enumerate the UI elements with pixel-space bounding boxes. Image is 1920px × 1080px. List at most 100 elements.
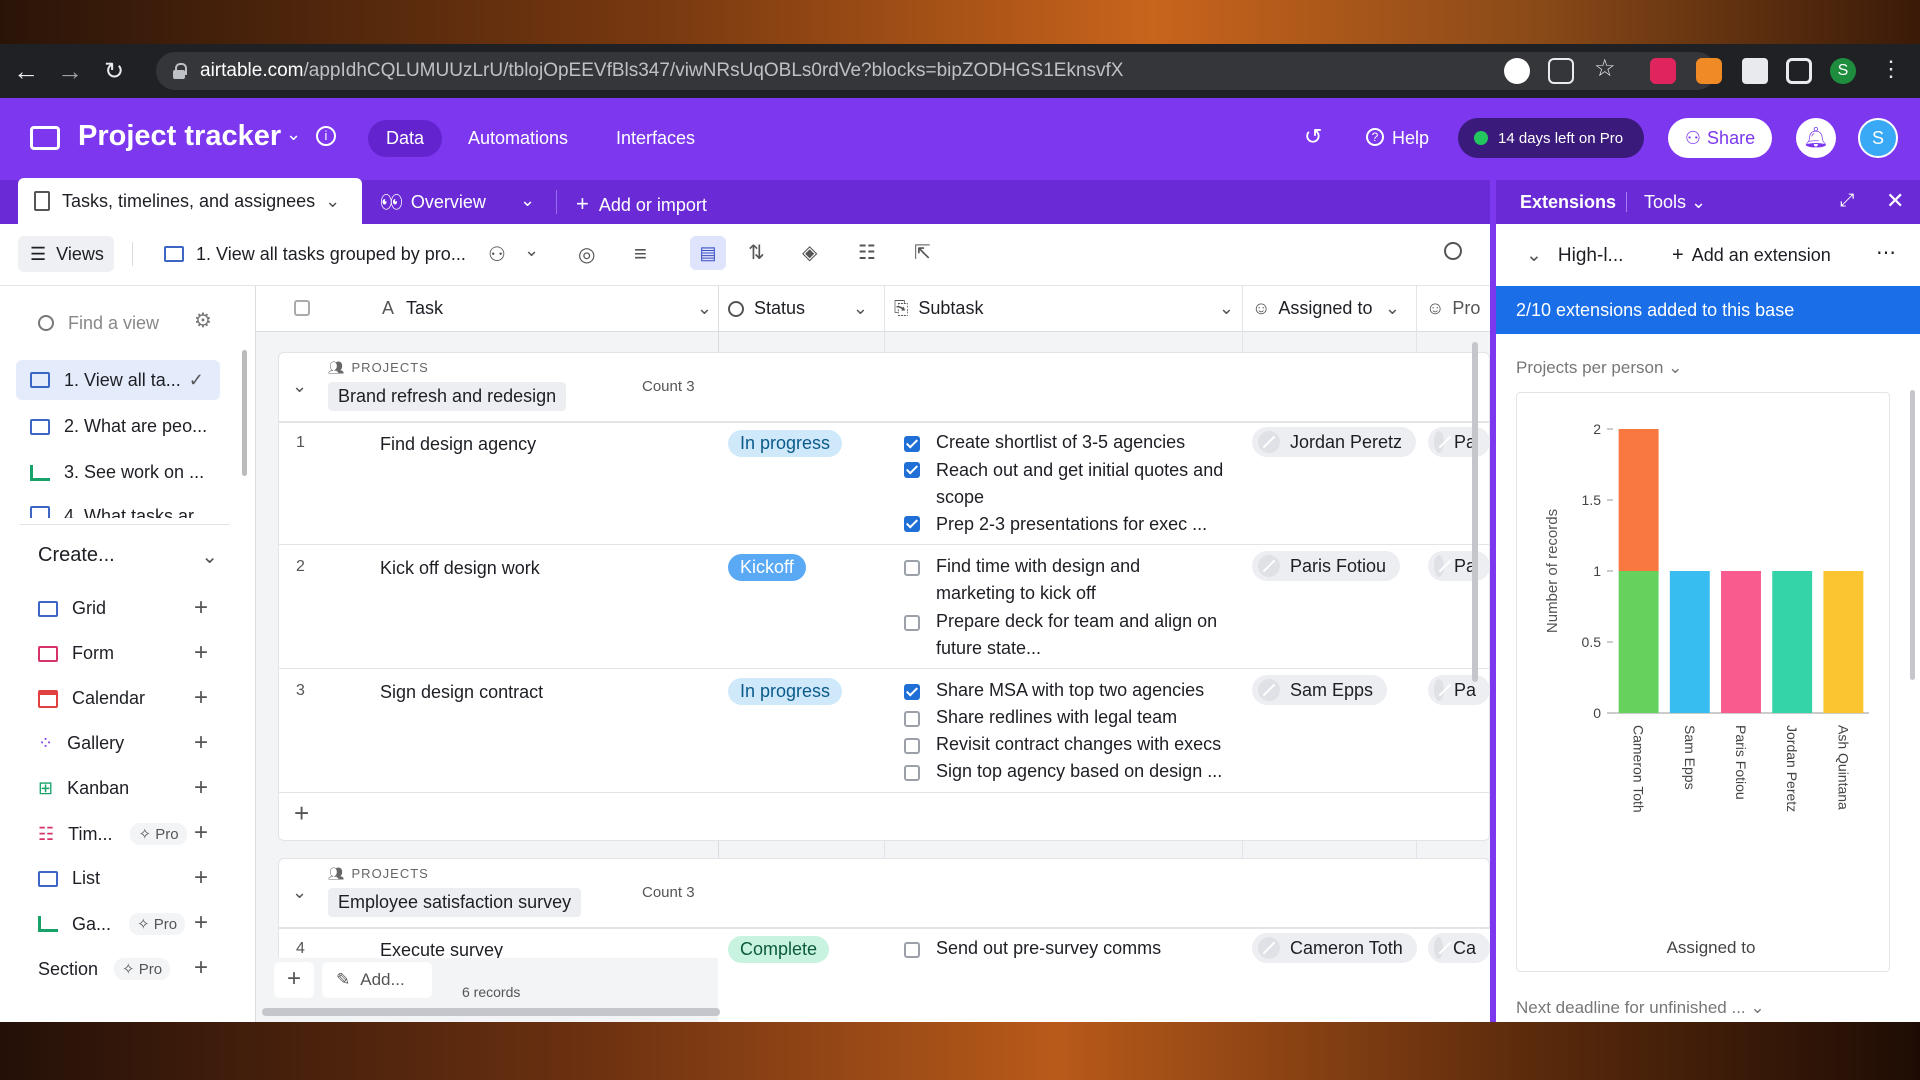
create-form[interactable]: Form [38, 643, 114, 664]
plus-icon[interactable]: + [194, 866, 208, 890]
extensions-title[interactable]: Extensions [1520, 192, 1616, 213]
tab-tasks[interactable]: Tasks, timelines, and assignees ⌄ [18, 178, 362, 224]
task-cell[interactable]: Sign design contract [380, 682, 543, 703]
bookmark-star-icon[interactable]: ☆ [1594, 54, 1620, 82]
google-icon[interactable] [1504, 58, 1530, 84]
footer-add-options[interactable]: ✎ Add... [322, 962, 432, 998]
user-avatar[interactable]: S [1858, 118, 1898, 158]
chart-title[interactable]: Projects per person ⌄ [1516, 358, 1682, 378]
subtask-checkbox[interactable] [904, 684, 920, 700]
views-button[interactable]: ☰ Views [18, 236, 114, 272]
plus-icon[interactable]: + [194, 731, 208, 755]
create-section[interactable]: Section ✧ Pro [38, 958, 171, 980]
share-page-icon[interactable] [1548, 58, 1574, 84]
plus-icon[interactable]: + [194, 821, 208, 845]
horizontal-scrollbar[interactable] [262, 1008, 720, 1016]
plus-icon[interactable]: + [194, 596, 208, 620]
extensions-puzzle-icon[interactable] [1742, 58, 1768, 84]
group-collapse-chevron-icon[interactable]: ⌄ [292, 376, 307, 397]
assignee-chip[interactable]: Cameron Toth [1252, 933, 1417, 963]
filter-icon[interactable]: ≡ [634, 241, 647, 267]
subtask-checkbox[interactable] [904, 436, 920, 452]
subtask-checkbox[interactable] [904, 462, 920, 478]
nav-automations[interactable]: Automations [468, 128, 568, 149]
add-record-row[interactable] [278, 793, 1490, 841]
hide-fields-icon[interactable]: ◎ [578, 242, 595, 267]
subtask-checkbox[interactable] [904, 738, 920, 754]
back-icon[interactable]: ← [8, 53, 44, 89]
project-owner-chip[interactable]: Pa [1428, 427, 1490, 457]
nav-interfaces[interactable]: Interfaces [616, 128, 695, 149]
plus-icon[interactable]: + [194, 956, 208, 980]
chevron-down-icon[interactable]: ⌄ [524, 240, 539, 261]
group-icon[interactable]: ▤ [690, 236, 726, 270]
status-cell[interactable]: In progress [728, 430, 843, 457]
project-owner-chip[interactable]: Ca [1428, 933, 1490, 963]
subtask-checkbox[interactable] [904, 765, 920, 781]
subtask-checkbox[interactable] [904, 615, 920, 631]
group-collapse-chevron-icon[interactable]: ⌄ [292, 882, 307, 903]
collaborative-view-icon[interactable]: ⚇ [488, 242, 506, 267]
add-or-import-button[interactable]: + Add or import [576, 191, 707, 217]
subtask-checkbox[interactable] [904, 560, 920, 576]
create-timeline[interactable]: ☷ Tim... ✧ Pro [38, 823, 187, 845]
select-all-checkbox[interactable] [294, 300, 310, 316]
notifications-bell-icon[interactable]: 🔔︎ [1796, 118, 1836, 158]
plus-icon[interactable]: + [194, 776, 208, 800]
help-link[interactable]: Help [1392, 128, 1429, 149]
sort-icon[interactable]: ⇅ [748, 240, 765, 265]
column-header-project[interactable]: ☺ Pro [1426, 298, 1480, 319]
more-options-icon[interactable]: ⋯ [1876, 240, 1896, 265]
add-extension-button[interactable]: + Add an extension [1672, 244, 1831, 267]
expand-icon[interactable]: ⤢ [1840, 190, 1854, 211]
plus-icon[interactable]: + [194, 686, 208, 710]
create-gallery[interactable]: ⁘ Gallery [38, 733, 124, 754]
project-owner-chip[interactable]: Pa [1428, 675, 1490, 705]
create-section-toggle[interactable]: Create... ⌄ [38, 544, 218, 568]
browser-menu-icon[interactable]: ⋮ [1880, 56, 1906, 82]
subtask-checkbox[interactable] [904, 711, 920, 727]
status-cell[interactable]: Complete [728, 936, 830, 963]
info-icon[interactable]: i [316, 126, 336, 146]
status-cell[interactable]: Kickoff [728, 554, 806, 581]
plus-icon[interactable]: + [194, 911, 208, 935]
subtask-checkbox[interactable] [904, 516, 920, 532]
forward-icon[interactable]: → [52, 53, 88, 89]
sidebar-scrollbar[interactable] [242, 350, 247, 476]
close-icon[interactable]: ✕ [1886, 188, 1904, 214]
profile-avatar-icon[interactable]: S [1830, 58, 1856, 84]
sidebar-view-4[interactable]: 4. What tasks ar... [30, 506, 208, 518]
help-icon[interactable]: ? [1366, 128, 1384, 146]
assignee-chip[interactable]: Jordan Peretz [1252, 427, 1417, 457]
reload-icon[interactable]: ↻ [96, 53, 132, 89]
chevron-down-icon[interactable]: ⌄ [286, 124, 301, 145]
row-height-icon[interactable]: ☷ [858, 240, 876, 265]
panel-scrollbar[interactable] [1910, 390, 1915, 680]
dashboard-selector[interactable]: ⌄ High-l... [1526, 244, 1623, 267]
assignee-chip[interactable]: Sam Epps [1252, 675, 1388, 705]
footer-add-button[interactable]: + [274, 962, 314, 998]
task-cell[interactable]: Find design agency [380, 434, 536, 455]
sidebar-view-3[interactable]: 3. See work on ... [30, 462, 204, 483]
tools-menu[interactable]: Tools ⌄ [1644, 192, 1706, 213]
plus-icon[interactable]: + [194, 641, 208, 665]
sidebar-view-2[interactable]: 2. What are peo... [30, 416, 207, 437]
nav-data[interactable]: Data [368, 120, 443, 157]
create-calendar[interactable]: Calendar [38, 688, 145, 709]
column-header-assigned[interactable]: ☺ Assigned to ⌄ [1252, 298, 1400, 319]
next-deadline-title[interactable]: Next deadline for unfinished ... ⌄ [1516, 998, 1765, 1018]
assignee-chip[interactable]: Paris Fotiou [1252, 551, 1401, 581]
find-view-input[interactable]: Find a view [20, 306, 220, 340]
create-grid[interactable]: Grid [38, 598, 106, 619]
gear-icon[interactable]: ⚙ [194, 308, 212, 333]
trial-badge[interactable]: 14 days left on Pro [1458, 118, 1644, 158]
search-icon[interactable] [1444, 242, 1462, 260]
extension-fox-icon[interactable] [1696, 58, 1722, 84]
create-kanban[interactable]: ⊞ Kanban [38, 778, 129, 799]
status-cell[interactable]: In progress [728, 678, 843, 705]
share-button[interactable]: ⚇ Share [1668, 118, 1772, 158]
base-name[interactable]: Project tracker [78, 120, 281, 153]
task-cell[interactable]: Kick off design work [380, 558, 540, 579]
column-header-subtask[interactable]: ⎘ Subtask ⌄ [894, 298, 1234, 319]
history-icon[interactable]: ↺ [1304, 124, 1322, 150]
